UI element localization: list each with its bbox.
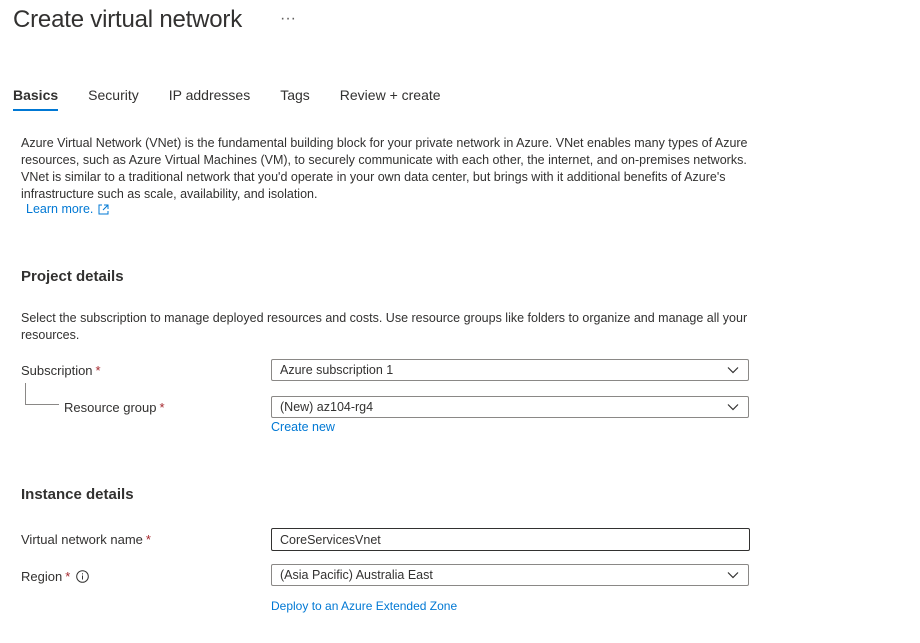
required-marker: * xyxy=(95,363,101,378)
page-title: Create virtual network xyxy=(13,6,243,33)
chevron-down-icon xyxy=(727,404,739,411)
learn-more-label: Learn more. xyxy=(26,202,94,216)
vnet-name-label-text: Virtual network name xyxy=(21,532,143,547)
region-dropdown[interactable]: (Asia Pacific) Australia East xyxy=(271,564,749,586)
external-link-icon xyxy=(98,204,109,214)
tree-connector xyxy=(25,383,59,405)
learn-more-link[interactable]: Learn more. xyxy=(26,202,109,216)
chevron-down-icon xyxy=(727,572,739,579)
tab-review-create[interactable]: Review + create xyxy=(340,87,441,111)
subscription-dropdown[interactable]: Azure subscription 1 xyxy=(271,359,749,381)
project-details-description: Select the subscription to manage deploy… xyxy=(21,311,748,342)
intro-description: Azure Virtual Network (VNet) is the fund… xyxy=(21,136,748,201)
tab-tags[interactable]: Tags xyxy=(280,87,310,111)
subscription-value: Azure subscription 1 xyxy=(280,363,394,377)
tab-security[interactable]: Security xyxy=(88,87,139,111)
resource-group-dropdown[interactable]: (New) az104-rg4 xyxy=(271,396,749,418)
tab-ip-addresses[interactable]: IP addresses xyxy=(169,87,250,111)
instance-details-heading: Instance details xyxy=(21,486,134,503)
info-icon[interactable] xyxy=(76,570,90,583)
vnet-name-input[interactable] xyxy=(271,528,750,551)
subscription-label-text: Subscription xyxy=(21,363,93,378)
extended-zone-link[interactable]: Deploy to an Azure Extended Zone xyxy=(271,599,457,613)
resource-group-label: Resource group * xyxy=(64,400,165,415)
tab-bar: Basics Security IP addresses Tags Review… xyxy=(13,87,471,111)
region-value: (Asia Pacific) Australia East xyxy=(280,568,433,582)
subscription-label: Subscription * xyxy=(21,363,101,378)
region-label-text: Region xyxy=(21,569,63,584)
required-marker: * xyxy=(159,400,165,415)
resource-group-value: (New) az104-rg4 xyxy=(280,400,374,414)
vnet-name-label: Virtual network name * xyxy=(21,532,151,547)
project-details-heading: Project details xyxy=(21,268,124,285)
required-marker: * xyxy=(145,532,151,547)
resource-group-label-text: Resource group xyxy=(64,400,157,415)
create-new-link[interactable]: Create new xyxy=(271,420,335,434)
tab-basics[interactable]: Basics xyxy=(13,87,59,111)
more-options-icon[interactable]: ··· xyxy=(280,10,296,28)
region-label: Region * xyxy=(21,569,90,584)
chevron-down-icon xyxy=(727,367,739,374)
required-marker: * xyxy=(65,569,71,584)
